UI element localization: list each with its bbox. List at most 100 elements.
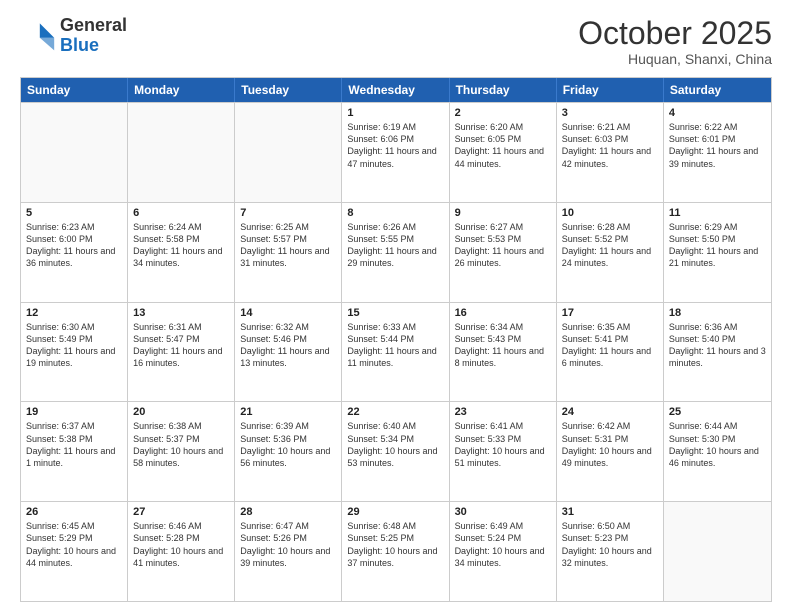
day-number: 25: [669, 406, 766, 418]
day-number: 29: [347, 506, 443, 518]
cal-cell-3-6: 25 Sunrise: 6:44 AM Sunset: 5:30 PM Dayli…: [664, 402, 771, 501]
calendar-header: Sunday Monday Tuesday Wednesday Thursday…: [21, 78, 771, 102]
cal-cell-2-0: 12 Sunrise: 6:30 AM Sunset: 5:49 PM Dayli…: [21, 303, 128, 402]
day-info: Sunrise: 6:29 AM Sunset: 5:50 PM Dayligh…: [669, 221, 766, 270]
day-number: 14: [240, 307, 336, 319]
day-number: 15: [347, 307, 443, 319]
title-block: October 2025 Huquan, Shanxi, China: [578, 16, 772, 67]
day-number: 30: [455, 506, 551, 518]
cal-row-5: 26Sunrise: 6:45 AM Sunset: 5:29 PM Dayli…: [21, 501, 771, 601]
weekday-saturday: Saturday: [664, 78, 771, 102]
day-info: Sunrise: 6:42 AM Sunset: 5:31 PM Dayligh…: [562, 420, 658, 469]
logo-icon: [20, 18, 56, 54]
calendar-body: 1Sunrise: 6:19 AM Sunset: 6:06 PM Daylig…: [21, 102, 771, 601]
cal-cell-3-5: 24 Sunrise: 6:42 AM Sunset: 5:31 PM Dayli…: [557, 402, 664, 501]
day-info: Sunrise: 6:48 AM Sunset: 5:25 PM Dayligh…: [347, 520, 443, 569]
weekday-monday: Monday: [128, 78, 235, 102]
cal-cell-0-1: [128, 103, 235, 202]
day-info: Sunrise: 6:44 AM Sunset: 5:30 PM Dayligh…: [669, 420, 766, 469]
day-number: 12: [26, 307, 122, 319]
cal-cell-1-0: 5Sunrise: 6:23 AM Sunset: 6:00 PM Daylig…: [21, 203, 128, 302]
day-info: Sunrise: 6:24 AM Sunset: 5:58 PM Dayligh…: [133, 221, 229, 270]
cal-cell-1-4: 9Sunrise: 6:27 AM Sunset: 5:53 PM Daylig…: [450, 203, 557, 302]
day-info: Sunrise: 6:38 AM Sunset: 5:37 PM Dayligh…: [133, 420, 229, 469]
cal-cell-2-6: 18Sunrise: 6:36 AM Sunset: 5:40 PM Dayli…: [664, 303, 771, 402]
cal-row-4: 19 Sunrise: 6:37 AM Sunset: 5:38 PM Dayli…: [21, 401, 771, 501]
day-info: Sunrise: 6:46 AM Sunset: 5:28 PM Dayligh…: [133, 520, 229, 569]
cal-cell-4-6: [664, 502, 771, 601]
day-info: Sunrise: 6:20 AM Sunset: 6:05 PM Dayligh…: [455, 121, 551, 170]
cal-cell-2-1: 13 Sunrise: 6:31 AM Sunset: 5:47 PM Dayli…: [128, 303, 235, 402]
day-number: 13: [133, 307, 229, 319]
cal-cell-3-4: 23 Sunrise: 6:41 AM Sunset: 5:33 PM Dayli…: [450, 402, 557, 501]
month-title: October 2025: [578, 16, 772, 51]
day-number: 5: [26, 207, 122, 219]
day-info: Sunrise: 6:28 AM Sunset: 5:52 PM Dayligh…: [562, 221, 658, 270]
cal-cell-2-2: 14Sunrise: 6:32 AM Sunset: 5:46 PM Dayli…: [235, 303, 342, 402]
day-number: 17: [562, 307, 658, 319]
day-info: Sunrise: 6:47 AM Sunset: 5:26 PM Dayligh…: [240, 520, 336, 569]
cal-cell-3-0: 19 Sunrise: 6:37 AM Sunset: 5:38 PM Dayli…: [21, 402, 128, 501]
day-number: 4: [669, 107, 766, 119]
day-number: 22: [347, 406, 443, 418]
day-number: 6: [133, 207, 229, 219]
cal-cell-4-3: 29 Sunrise: 6:48 AM Sunset: 5:25 PM Dayli…: [342, 502, 449, 601]
weekday-friday: Friday: [557, 78, 664, 102]
cal-cell-4-1: 27 Sunrise: 6:46 AM Sunset: 5:28 PM Dayli…: [128, 502, 235, 601]
logo-text: General Blue: [60, 16, 127, 56]
day-number: 24: [562, 406, 658, 418]
day-number: 26: [26, 506, 122, 518]
day-info: Sunrise: 6:25 AM Sunset: 5:57 PM Dayligh…: [240, 221, 336, 270]
day-number: 20: [133, 406, 229, 418]
day-number: 8: [347, 207, 443, 219]
cal-cell-0-0: [21, 103, 128, 202]
day-number: 27: [133, 506, 229, 518]
day-info: Sunrise: 6:35 AM Sunset: 5:41 PM Dayligh…: [562, 321, 658, 370]
cal-cell-3-2: 21Sunrise: 6:39 AM Sunset: 5:36 PM Dayli…: [235, 402, 342, 501]
day-info: Sunrise: 6:27 AM Sunset: 5:53 PM Dayligh…: [455, 221, 551, 270]
day-info: Sunrise: 6:41 AM Sunset: 5:33 PM Dayligh…: [455, 420, 551, 469]
cal-cell-2-5: 17 Sunrise: 6:35 AM Sunset: 5:41 PM Dayli…: [557, 303, 664, 402]
calendar: Sunday Monday Tuesday Wednesday Thursday…: [20, 77, 772, 602]
day-info: Sunrise: 6:19 AM Sunset: 6:06 PM Dayligh…: [347, 121, 443, 170]
weekday-thursday: Thursday: [450, 78, 557, 102]
cal-cell-4-2: 28 Sunrise: 6:47 AM Sunset: 5:26 PM Dayli…: [235, 502, 342, 601]
day-number: 2: [455, 107, 551, 119]
day-number: 19: [26, 406, 122, 418]
cal-cell-0-4: 2 Sunrise: 6:20 AM Sunset: 6:05 PM Daylig…: [450, 103, 557, 202]
day-number: 18: [669, 307, 766, 319]
cal-cell-1-6: 11 Sunrise: 6:29 AM Sunset: 5:50 PM Dayli…: [664, 203, 771, 302]
day-info: Sunrise: 6:49 AM Sunset: 5:24 PM Dayligh…: [455, 520, 551, 569]
day-info: Sunrise: 6:39 AM Sunset: 5:36 PM Dayligh…: [240, 420, 336, 469]
day-number: 11: [669, 207, 766, 219]
day-number: 7: [240, 207, 336, 219]
cal-row-1: 1Sunrise: 6:19 AM Sunset: 6:06 PM Daylig…: [21, 102, 771, 202]
day-info: Sunrise: 6:31 AM Sunset: 5:47 PM Dayligh…: [133, 321, 229, 370]
logo: General Blue: [20, 16, 127, 56]
day-info: Sunrise: 6:33 AM Sunset: 5:44 PM Dayligh…: [347, 321, 443, 370]
day-info: Sunrise: 6:21 AM Sunset: 6:03 PM Dayligh…: [562, 121, 658, 170]
day-number: 31: [562, 506, 658, 518]
cal-cell-4-5: 31Sunrise: 6:50 AM Sunset: 5:23 PM Dayli…: [557, 502, 664, 601]
day-number: 16: [455, 307, 551, 319]
cal-cell-1-1: 6 Sunrise: 6:24 AM Sunset: 5:58 PM Daylig…: [128, 203, 235, 302]
logo-blue: Blue: [60, 35, 99, 55]
weekday-sunday: Sunday: [21, 78, 128, 102]
day-info: Sunrise: 6:26 AM Sunset: 5:55 PM Dayligh…: [347, 221, 443, 270]
day-info: Sunrise: 6:40 AM Sunset: 5:34 PM Dayligh…: [347, 420, 443, 469]
day-number: 23: [455, 406, 551, 418]
cal-cell-0-6: 4Sunrise: 6:22 AM Sunset: 6:01 PM Daylig…: [664, 103, 771, 202]
location-subtitle: Huquan, Shanxi, China: [578, 51, 772, 67]
day-info: Sunrise: 6:30 AM Sunset: 5:49 PM Dayligh…: [26, 321, 122, 370]
cal-cell-0-2: [235, 103, 342, 202]
cal-cell-2-3: 15 Sunrise: 6:33 AM Sunset: 5:44 PM Dayli…: [342, 303, 449, 402]
day-number: 28: [240, 506, 336, 518]
cal-cell-0-5: 3Sunrise: 6:21 AM Sunset: 6:03 PM Daylig…: [557, 103, 664, 202]
cal-cell-3-1: 20 Sunrise: 6:38 AM Sunset: 5:37 PM Dayli…: [128, 402, 235, 501]
cal-cell-4-4: 30 Sunrise: 6:49 AM Sunset: 5:24 PM Dayli…: [450, 502, 557, 601]
day-info: Sunrise: 6:37 AM Sunset: 5:38 PM Dayligh…: [26, 420, 122, 469]
cal-cell-4-0: 26Sunrise: 6:45 AM Sunset: 5:29 PM Dayli…: [21, 502, 128, 601]
logo-general: General: [60, 15, 127, 35]
day-number: 10: [562, 207, 658, 219]
weekday-wednesday: Wednesday: [342, 78, 449, 102]
